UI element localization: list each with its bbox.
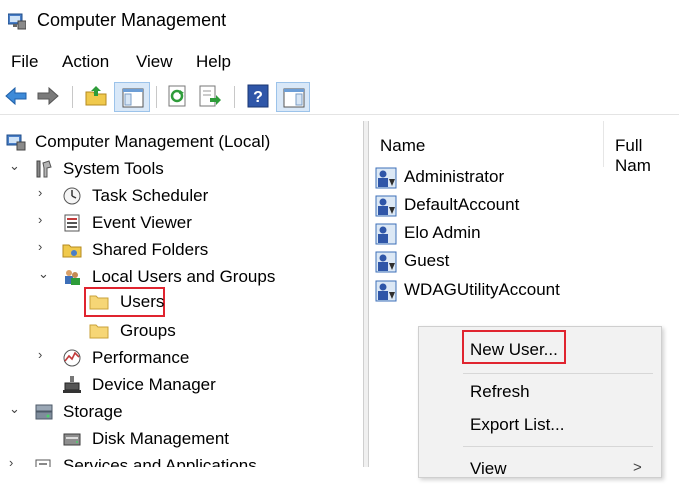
system-tools-icon bbox=[36, 160, 52, 178]
up-folder-icon[interactable] bbox=[84, 84, 108, 108]
tree-node-local-users-groups[interactable]: ⌄ Local Users and Groups bbox=[0, 264, 363, 290]
user-name: DefaultAccount bbox=[404, 195, 520, 214]
user-name: Guest bbox=[404, 251, 450, 270]
show-hide-tree-button[interactable] bbox=[114, 82, 150, 112]
context-menu-view[interactable]: View > bbox=[419, 454, 661, 484]
collapse-chevron-icon[interactable]: ⌄ bbox=[38, 266, 52, 286]
event-viewer-icon bbox=[64, 214, 80, 232]
tree-node-disk-management[interactable]: Disk Management bbox=[0, 426, 363, 452]
device-manager-icon bbox=[63, 376, 81, 393]
user-name: WDAGUtilityAccount bbox=[404, 280, 560, 299]
tree-label: Users bbox=[120, 292, 165, 311]
context-menu-new-user[interactable]: New User... bbox=[419, 335, 661, 365]
collapse-chevron-icon[interactable]: ⌄ bbox=[9, 158, 23, 178]
tree-label: Shared Folders bbox=[92, 240, 209, 259]
submenu-arrow-icon: > bbox=[633, 459, 642, 476]
menu-item-label: Refresh bbox=[470, 382, 530, 401]
menu-item-label: Export List... bbox=[470, 415, 565, 434]
title-bar: Computer Management bbox=[0, 0, 679, 44]
tree-label: Services and Applications bbox=[63, 456, 257, 467]
menu-separator bbox=[463, 446, 653, 447]
tree-node-services-apps[interactable]: › Services and Applications bbox=[0, 453, 363, 467]
performance-icon bbox=[63, 349, 81, 367]
tree-label: Local Users and Groups bbox=[92, 267, 276, 286]
clock-icon bbox=[63, 187, 81, 205]
menu-view[interactable]: View bbox=[136, 52, 173, 72]
svg-text:?: ? bbox=[253, 89, 263, 106]
menu-item-label: New User... bbox=[470, 340, 558, 359]
tree-label: Computer Management (Local) bbox=[35, 132, 271, 151]
column-header-full-name[interactable]: Full Nam bbox=[615, 136, 679, 182]
user-icon bbox=[375, 167, 397, 189]
window-title: Computer Management bbox=[37, 10, 227, 30]
expand-chevron-icon[interactable]: › bbox=[38, 185, 52, 205]
tree-node-task-scheduler[interactable]: › Task Scheduler bbox=[0, 183, 363, 209]
disk-management-icon bbox=[63, 433, 81, 446]
collapse-chevron-icon[interactable]: ⌄ bbox=[9, 401, 23, 421]
user-icon bbox=[375, 195, 397, 217]
context-menu: New User... Refresh Export List... View … bbox=[418, 326, 662, 478]
storage-icon bbox=[35, 404, 53, 420]
tree-label: Device Manager bbox=[92, 375, 216, 394]
tree-label: Event Viewer bbox=[92, 213, 192, 232]
tree-node-device-manager[interactable]: Device Manager bbox=[0, 372, 363, 398]
toolbar: ? bbox=[0, 80, 679, 115]
services-icon bbox=[35, 459, 51, 467]
user-name: Administrator bbox=[404, 167, 505, 186]
user-icon bbox=[375, 280, 397, 302]
toolbar-separator bbox=[156, 86, 157, 108]
tree-label: System Tools bbox=[63, 159, 164, 178]
console-tree: Computer Management (Local) ⌄ System Too… bbox=[0, 121, 363, 467]
menu-action[interactable]: Action bbox=[62, 52, 109, 72]
tree-node-users[interactable]: Users bbox=[84, 287, 165, 317]
back-icon[interactable] bbox=[4, 84, 28, 108]
tree-node-storage[interactable]: ⌄ Storage bbox=[0, 399, 363, 425]
menu-help[interactable]: Help bbox=[196, 52, 231, 72]
tree-label: Disk Management bbox=[92, 429, 230, 448]
expand-chevron-icon[interactable]: › bbox=[38, 212, 52, 232]
computer-management-icon bbox=[8, 13, 26, 30]
expand-chevron-icon[interactable]: › bbox=[9, 455, 23, 467]
tree-node-groups[interactable]: Groups bbox=[0, 318, 363, 344]
tree-node-event-viewer[interactable]: › Event Viewer bbox=[0, 210, 363, 236]
tree-label: Storage bbox=[63, 402, 123, 421]
show-hide-action-pane-button[interactable] bbox=[276, 82, 310, 112]
menu-item-label: View bbox=[470, 459, 507, 478]
help-icon[interactable]: ? bbox=[246, 84, 270, 108]
user-name: Elo Admin bbox=[404, 223, 481, 242]
tree-node-performance[interactable]: › Performance bbox=[0, 345, 363, 371]
shared-folder-icon bbox=[62, 244, 82, 258]
menu-separator bbox=[463, 373, 653, 374]
menu-bar: File Action View Help bbox=[0, 50, 679, 76]
tree-label: Groups bbox=[120, 321, 176, 340]
show-hide-tree-icon bbox=[122, 88, 144, 108]
show-hide-action-pane-icon bbox=[283, 88, 305, 108]
tree-label: Task Scheduler bbox=[92, 186, 209, 205]
folder-icon bbox=[89, 295, 109, 310]
tree-node-system-tools[interactable]: ⌄ System Tools bbox=[0, 156, 363, 182]
column-divider[interactable] bbox=[603, 121, 604, 167]
user-icon bbox=[375, 251, 397, 273]
export-list-icon[interactable] bbox=[198, 84, 222, 108]
tree-node-shared-folders[interactable]: › Shared Folders bbox=[0, 237, 363, 263]
refresh-icon[interactable] bbox=[166, 84, 190, 108]
forward-icon[interactable] bbox=[36, 84, 60, 108]
tree-node-computer-management[interactable]: Computer Management (Local) bbox=[0, 129, 363, 155]
users-group-icon bbox=[65, 270, 80, 285]
expand-chevron-icon[interactable]: › bbox=[38, 347, 52, 367]
toolbar-separator bbox=[72, 86, 73, 108]
context-menu-export-list[interactable]: Export List... bbox=[419, 410, 661, 440]
tree-label: Performance bbox=[92, 348, 190, 367]
user-icon bbox=[375, 223, 397, 245]
computer-management-icon bbox=[6, 134, 26, 151]
expand-chevron-icon[interactable]: › bbox=[38, 239, 52, 259]
toolbar-separator bbox=[234, 86, 235, 108]
menu-file[interactable]: File bbox=[11, 52, 38, 72]
context-menu-refresh[interactable]: Refresh bbox=[419, 377, 661, 407]
folder-icon bbox=[89, 324, 109, 339]
